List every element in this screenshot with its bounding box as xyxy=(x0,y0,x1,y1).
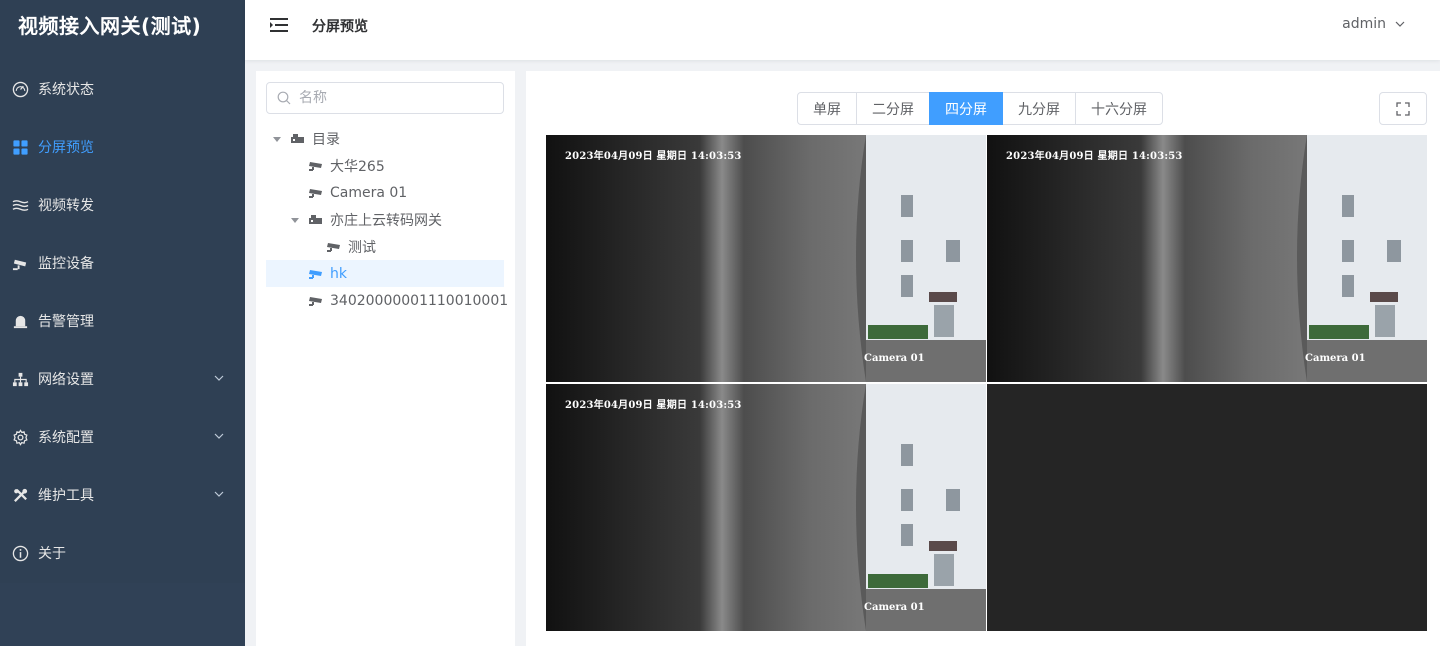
tree-node-root[interactable]: 目录 xyxy=(266,125,504,152)
video-grid: 2023年04月09日 星期日 14:03:53 Camera 01 2023年… xyxy=(546,135,1427,632)
video-frame xyxy=(546,135,986,382)
waves-icon xyxy=(11,196,29,214)
caret-down-icon[interactable] xyxy=(272,134,282,144)
grid-icon xyxy=(11,138,29,156)
video-cell[interactable]: 2023年04月09日 星期日 14:03:53 Camera 01 xyxy=(987,135,1427,382)
camera-icon xyxy=(11,254,29,272)
sidebar-item-alarms[interactable]: 告警管理 xyxy=(0,292,245,350)
camera-icon xyxy=(326,240,341,253)
fullscreen-icon xyxy=(1396,101,1410,116)
tree-node-camera[interactable]: Camera 01 xyxy=(266,179,504,206)
video-frame xyxy=(546,384,986,631)
sidebar-item-video-forward[interactable]: 视频转发 xyxy=(0,176,245,234)
sidebar-item-system-status[interactable]: 系统状态 xyxy=(0,60,245,118)
fullscreen-button[interactable] xyxy=(1379,92,1427,125)
camera-icon xyxy=(308,294,323,307)
video-cell[interactable]: 2023年04月09日 星期日 14:03:53 Camera 01 xyxy=(546,135,986,382)
osd-timestamp: 2023年04月09日 星期日 14:03:53 xyxy=(565,151,742,162)
sidebar-item-label: 系统配置 xyxy=(38,430,94,446)
dashboard-icon xyxy=(11,80,29,98)
sidebar-item-label: 系统状态 xyxy=(38,82,94,98)
sidebar-item-devices[interactable]: 监控设备 xyxy=(0,234,245,292)
osd-timestamp: 2023年04月09日 星期日 14:03:53 xyxy=(1006,151,1183,162)
layout-single-button[interactable]: 单屏 xyxy=(797,92,857,125)
tree-node-gateway[interactable]: 亦庄上云转码网关 xyxy=(266,206,504,233)
alarm-bell-icon xyxy=(11,312,29,330)
split-layout-selector: 单屏 二分屏 四分屏 九分屏 十六分屏 xyxy=(797,92,1163,125)
camera-icon xyxy=(308,159,323,172)
camera-icon xyxy=(308,267,323,280)
gear-icon xyxy=(11,428,29,446)
tree-node-camera[interactable]: 测试 xyxy=(266,233,504,260)
chevron-down-icon xyxy=(214,491,224,497)
camera-icon xyxy=(308,186,323,199)
search-input[interactable] xyxy=(299,90,489,106)
sidebar-item-label: 分屏预览 xyxy=(38,140,94,156)
tree-node-label: 亦庄上云转码网关 xyxy=(330,212,442,229)
folder-server-icon xyxy=(290,132,305,145)
layout-16-button[interactable]: 十六分屏 xyxy=(1075,92,1163,125)
osd-camera-name: Camera 01 xyxy=(864,353,925,364)
layout-9-button[interactable]: 九分屏 xyxy=(1002,92,1076,125)
sidebar-item-system-config[interactable]: 系统配置 xyxy=(0,408,245,466)
osd-timestamp: 2023年04月09日 星期日 14:03:53 xyxy=(565,400,742,411)
info-icon xyxy=(11,544,29,562)
folder-server-icon xyxy=(308,213,323,226)
osd-camera-name: Camera 01 xyxy=(1305,353,1366,364)
breadcrumb: 分屏预览 xyxy=(312,19,368,35)
video-frame xyxy=(987,135,1427,382)
search-icon xyxy=(277,91,291,105)
video-cell[interactable]: 2023年04月09日 星期日 14:03:53 Camera 01 xyxy=(546,384,986,631)
username: admin xyxy=(1342,16,1386,32)
app-title: 视频接入网关(测试) xyxy=(18,14,202,38)
sidebar-item-label: 网络设置 xyxy=(38,372,94,388)
network-icon xyxy=(11,370,29,388)
tree-node-label: 大华265 xyxy=(330,158,385,175)
sidebar-item-about[interactable]: 关于 xyxy=(0,524,245,582)
tree-node-label: 测试 xyxy=(348,239,376,256)
menu-toggle-icon[interactable] xyxy=(269,16,289,34)
sidebar-item-label: 监控设备 xyxy=(38,256,94,272)
sidebar-footer xyxy=(0,583,245,646)
chevron-down-icon xyxy=(214,375,224,381)
tree-node-camera[interactable]: 34020000001110010001 xyxy=(266,287,508,314)
sidebar-item-label: 关于 xyxy=(38,546,66,562)
video-preview-panel: 单屏 二分屏 四分屏 九分屏 十六分屏 2023年04月09日 星期日 14:0… xyxy=(526,71,1440,646)
chevron-down-icon xyxy=(214,433,224,439)
layout-2-button[interactable]: 二分屏 xyxy=(856,92,930,125)
caret-down-icon[interactable] xyxy=(290,215,300,225)
sidebar-item-label: 告警管理 xyxy=(38,314,94,330)
layout-4-button[interactable]: 四分屏 xyxy=(929,92,1003,125)
tree-node-label: 34020000001110010001 xyxy=(330,292,509,309)
tree-node-label: hk xyxy=(330,265,347,282)
user-dropdown[interactable]: admin xyxy=(1342,16,1406,32)
sidebar-item-network[interactable]: 网络设置 xyxy=(0,350,245,408)
tools-icon xyxy=(11,486,29,504)
tree-search[interactable] xyxy=(266,82,504,114)
sidebar-item-maintenance[interactable]: 维护工具 xyxy=(0,466,245,524)
tree-node-label: 目录 xyxy=(312,131,340,148)
tree-node-label: Camera 01 xyxy=(330,184,408,201)
sidebar-item-label: 视频转发 xyxy=(38,198,94,214)
osd-camera-name: Camera 01 xyxy=(864,602,925,613)
chevron-down-icon xyxy=(1395,21,1405,27)
sidebar: 视频接入网关(测试) 系统状态 分屏预览 视频转发 监控设备 告警管理 网络设置… xyxy=(0,0,245,583)
video-cell-empty[interactable] xyxy=(987,384,1427,631)
device-tree: 目录 大华265 Camera 01 亦庄上云转码网关 测试 hk 340200… xyxy=(266,125,508,314)
sidebar-menu: 系统状态 分屏预览 视频转发 监控设备 告警管理 网络设置 系统配置 维护工具 … xyxy=(0,60,245,582)
sidebar-item-label: 维护工具 xyxy=(38,488,94,504)
tree-node-camera[interactable]: 大华265 xyxy=(266,152,504,179)
top-header: 分屏预览 admin xyxy=(245,0,1440,60)
tree-node-camera-selected[interactable]: hk xyxy=(266,260,504,287)
device-tree-panel: 目录 大华265 Camera 01 亦庄上云转码网关 测试 hk 340200… xyxy=(256,71,515,646)
sidebar-item-split-preview[interactable]: 分屏预览 xyxy=(0,118,245,176)
